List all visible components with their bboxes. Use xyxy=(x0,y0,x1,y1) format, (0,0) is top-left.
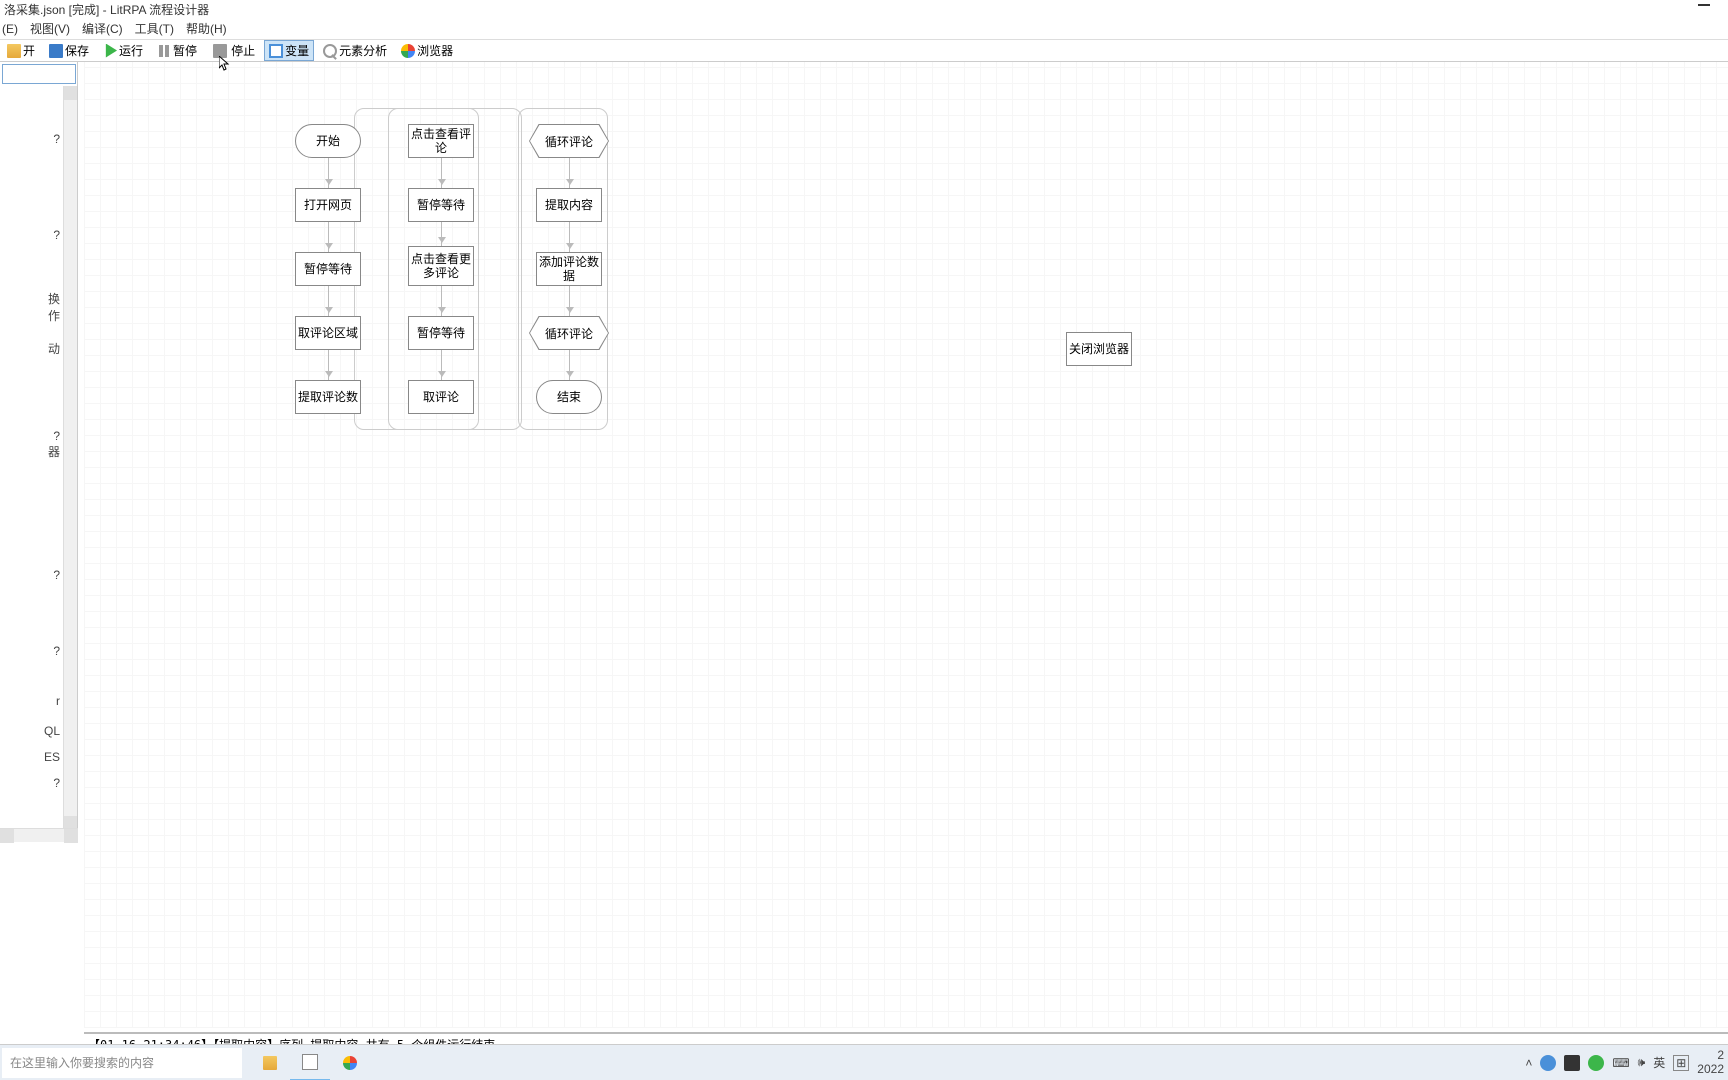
menu-tools[interactable]: 工具(T) xyxy=(135,20,174,37)
variable-button[interactable]: 变量 xyxy=(264,40,314,61)
side-item[interactable]: ? xyxy=(0,640,62,662)
tray-clock[interactable]: 2 2022 xyxy=(1697,1049,1724,1075)
tray-keyboard-icon[interactable]: ⌨ xyxy=(1612,1056,1629,1070)
flow-node-end[interactable]: 结束 xyxy=(536,380,602,414)
tray-chevron-icon[interactable]: ˄ xyxy=(1525,1056,1532,1070)
menu-compile[interactable]: 编译(C) xyxy=(82,20,123,37)
folder-icon xyxy=(7,44,21,58)
side-item[interactable]: ES xyxy=(0,746,62,768)
taskbar-search[interactable]: 在这里输入你要搜索的内容 xyxy=(2,1048,242,1078)
browser-button[interactable]: 浏览器 xyxy=(396,40,458,61)
side-search-input[interactable] xyxy=(2,64,76,84)
flow-arrow xyxy=(328,350,329,380)
menu-edit[interactable]: (E) xyxy=(2,22,18,36)
side-scrollbar-vertical[interactable] xyxy=(63,86,77,830)
chrome-icon xyxy=(343,1056,357,1070)
side-item[interactable]: ? xyxy=(0,564,62,586)
side-item[interactable]: ? xyxy=(0,224,62,246)
flow-node[interactable]: 打开网页 xyxy=(295,188,361,222)
variable-icon xyxy=(269,44,283,58)
taskbar-explorer[interactable] xyxy=(250,1045,290,1080)
side-item[interactable]: ? 器 xyxy=(0,425,62,464)
run-button[interactable]: 运行 xyxy=(98,40,148,61)
taskbar-app[interactable] xyxy=(290,1045,330,1080)
flow-node[interactable]: 提取内容 xyxy=(536,188,602,222)
flow-arrow xyxy=(328,222,329,252)
open-button[interactable]: 开 xyxy=(2,40,40,61)
window-title: 洛采集.json [完成] - LitRPA 流程设计器 xyxy=(4,1,209,18)
flow-node[interactable]: 提取评论数 xyxy=(295,380,361,414)
tray-icon[interactable] xyxy=(1540,1055,1556,1071)
flow-arrow xyxy=(328,158,329,188)
side-item[interactable]: ? xyxy=(0,772,62,794)
flow-node[interactable]: 取评论 xyxy=(408,380,474,414)
app-icon xyxy=(302,1054,318,1070)
element-analysis-button[interactable]: 元素分析 xyxy=(318,40,392,61)
chrome-icon xyxy=(401,44,415,58)
flow-arrow xyxy=(569,286,570,316)
stop-icon xyxy=(213,44,227,58)
flow-node[interactable]: 点击查看更多评论 xyxy=(408,246,474,286)
side-item[interactable]: ? xyxy=(0,128,62,150)
save-button[interactable]: 保存 xyxy=(44,40,94,61)
taskbar-chrome[interactable] xyxy=(330,1045,370,1080)
tray-icon[interactable] xyxy=(1588,1055,1604,1071)
flow-node[interactable]: 添加评论数据 xyxy=(536,252,602,286)
tray-volume-icon[interactable]: 🕪 xyxy=(1638,1055,1646,1070)
folder-icon xyxy=(263,1056,277,1070)
taskbar: 在这里输入你要搜索的内容 ˄ ⌨ 🕪 英 ⊞ 2 2022 xyxy=(0,1044,1728,1080)
magnifier-icon xyxy=(323,44,337,58)
side-item[interactable]: QL xyxy=(0,720,62,742)
side-item[interactable]: 动 xyxy=(0,336,62,361)
flow-arrow xyxy=(569,350,570,380)
pause-button[interactable]: 暂停 xyxy=(152,40,202,61)
side-item[interactable]: 换 作 xyxy=(0,286,62,328)
tray-mic-icon[interactable] xyxy=(1564,1055,1580,1071)
flow-arrow xyxy=(441,286,442,316)
play-icon xyxy=(103,44,117,58)
flowchart-canvas[interactable]: 开始 打开网页 暂停等待 取评论区域 提取评论数 点击查看评论 暂停等待 点击查… xyxy=(84,62,1728,1028)
save-icon xyxy=(49,44,63,58)
flow-node-loop[interactable]: 循环评论 xyxy=(529,124,609,158)
flow-node-start[interactable]: 开始 xyxy=(295,124,361,158)
flow-node[interactable]: 暂停等待 xyxy=(408,316,474,350)
menu-bar: (E) 视图(V) 编译(C) 工具(T) 帮助(H) xyxy=(0,18,1728,40)
tray-ime-box[interactable]: ⊞ xyxy=(1673,1055,1689,1071)
flow-node-loop[interactable]: 循环评论 xyxy=(529,316,609,350)
minimize-button[interactable] xyxy=(1698,4,1710,6)
side-item[interactable]: r xyxy=(0,690,62,712)
title-bar: 洛采集.json [完成] - LitRPA 流程设计器 xyxy=(0,0,1728,18)
side-panel: ? ? 换 作 动 ? 器 ? ? r QL ES ? xyxy=(0,62,78,830)
flow-arrow xyxy=(441,350,442,380)
tray-ime[interactable]: 英 xyxy=(1653,1054,1665,1071)
flow-node[interactable]: 暂停等待 xyxy=(408,188,474,222)
menu-help[interactable]: 帮助(H) xyxy=(186,20,227,37)
stop-button[interactable]: 停止 xyxy=(206,40,260,62)
flow-arrow xyxy=(441,158,442,188)
flow-node[interactable]: 关闭浏览器 xyxy=(1066,332,1132,366)
system-tray: ˄ ⌨ 🕪 英 ⊞ 2 2022 xyxy=(1525,1049,1724,1075)
menu-view[interactable]: 视图(V) xyxy=(30,20,70,37)
flow-node[interactable]: 暂停等待 xyxy=(295,252,361,286)
pause-icon xyxy=(157,44,171,58)
flow-arrow xyxy=(441,222,442,246)
flow-arrow xyxy=(569,222,570,252)
flow-node[interactable]: 点击查看评论 xyxy=(408,124,474,158)
flow-node[interactable]: 取评论区域 xyxy=(295,316,361,350)
flow-arrow xyxy=(328,286,329,316)
side-scrollbar-horizontal[interactable] xyxy=(0,828,78,842)
toolbar: 开 保存 运行 暂停 停止 变量 元素分析 浏览器 xyxy=(0,40,1728,62)
flow-arrow xyxy=(569,158,570,188)
